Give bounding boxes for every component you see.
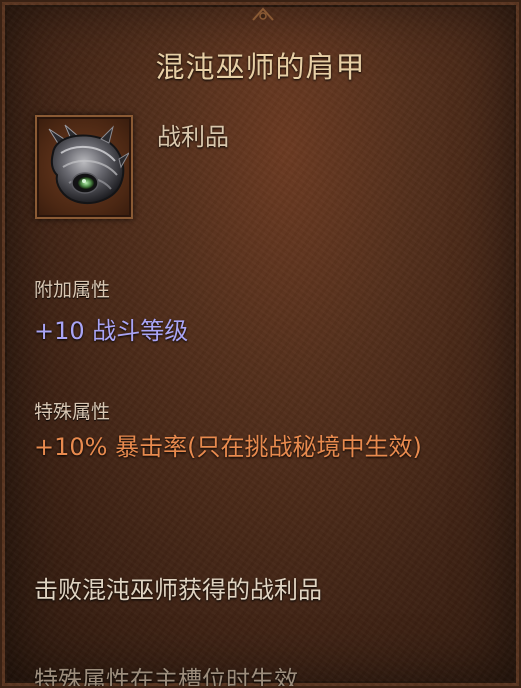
bonus-attribute-value: +10 战斗等级 xyxy=(34,317,189,345)
ornament-icon xyxy=(252,7,274,21)
item-icon-frame xyxy=(35,115,133,219)
special-attributes-label: 特殊属性 xyxy=(34,401,111,423)
item-type-label: 战利品 xyxy=(157,123,229,151)
bonus-attributes-label: 附加属性 xyxy=(34,279,111,301)
pauldron-icon xyxy=(48,124,129,204)
item-tooltip: 混沌巫师的肩甲 战利品 附加属性 +10 战斗等级 特殊属性 +10% 暴击率(… xyxy=(0,0,521,688)
item-title: 混沌巫师的肩甲 xyxy=(155,50,366,84)
slot-note-text: 特殊属性在主槽位时生效 xyxy=(34,666,298,688)
special-attribute-value: +10% 暴击率(只在挑战秘境中生效) xyxy=(34,433,422,461)
item-source-text: 击败混沌巫师获得的战利品 xyxy=(34,576,322,604)
